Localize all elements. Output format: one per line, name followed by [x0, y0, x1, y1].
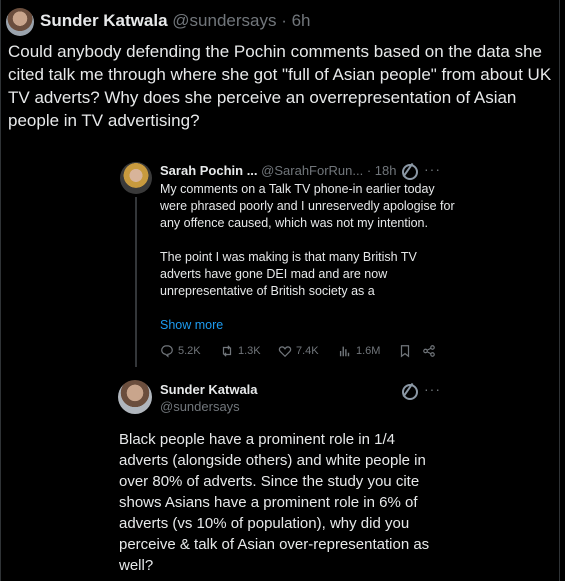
grok-icon[interactable] — [402, 384, 418, 400]
views-button[interactable]: 1.6M — [338, 344, 380, 358]
quoted-paragraph-2: The point I was making is that many Brit… — [160, 250, 417, 298]
more-icon[interactable]: ··· — [424, 161, 441, 177]
like-button[interactable]: 7.4K — [278, 344, 319, 358]
views-icon — [339, 346, 350, 357]
tweet-text: Could anybody defending the Pochin comme… — [8, 42, 552, 130]
reply-author-handle[interactable]: @sundersays — [160, 399, 240, 414]
show-more-link[interactable]: Show more — [160, 318, 223, 332]
quoted-author-name[interactable]: Sarah Pochin ... — [160, 163, 258, 178]
grok-icon[interactable] — [402, 164, 418, 180]
bookmark-button[interactable] — [398, 344, 416, 358]
quoted-timestamp[interactable]: 18h — [375, 163, 397, 178]
reply-text: Black people have a prominent role in 1/… — [119, 431, 430, 574]
reply-avatar[interactable] — [118, 380, 152, 414]
repost-count: 1.3K — [238, 345, 261, 357]
like-count: 7.4K — [296, 345, 319, 357]
right-border — [559, 0, 560, 581]
reply-button[interactable]: 5.2K — [160, 344, 201, 358]
quoted-paragraph-1: My comments on a Talk TV phone-in earlie… — [160, 182, 455, 230]
author-handle[interactable]: @sundersays — [172, 11, 276, 30]
quoted-author-handle[interactable]: @SarahForRun... — [261, 163, 363, 178]
more-icon[interactable]: ··· — [424, 381, 441, 397]
reply-count: 5.2K — [178, 345, 201, 357]
reply-author-name[interactable]: Sunder Katwala — [160, 382, 258, 397]
share-button[interactable] — [422, 344, 440, 358]
quoted-header: Sarah Pochin ... @SarahForRun... · 18h — [160, 163, 397, 178]
thread-connector — [135, 197, 137, 367]
repost-icon — [222, 345, 232, 357]
views-count: 1.6M — [356, 345, 381, 357]
author-name[interactable]: Sunder Katwala — [40, 11, 168, 30]
share-icon — [423, 345, 435, 357]
left-border — [0, 0, 1, 581]
repost-button[interactable]: 1.3K — [220, 344, 261, 358]
reply-icon — [161, 345, 173, 358]
quoted-text: My comments on a Talk TV phone-in earlie… — [160, 181, 460, 317]
avatar[interactable] — [6, 8, 34, 36]
timestamp[interactable]: 6h — [292, 11, 311, 30]
quoted-avatar[interactable] — [120, 162, 152, 194]
tweet-header: Sunder Katwala @sundersays · 6h — [40, 11, 311, 30]
bookmark-icon — [400, 345, 410, 358]
like-icon — [278, 346, 292, 358]
